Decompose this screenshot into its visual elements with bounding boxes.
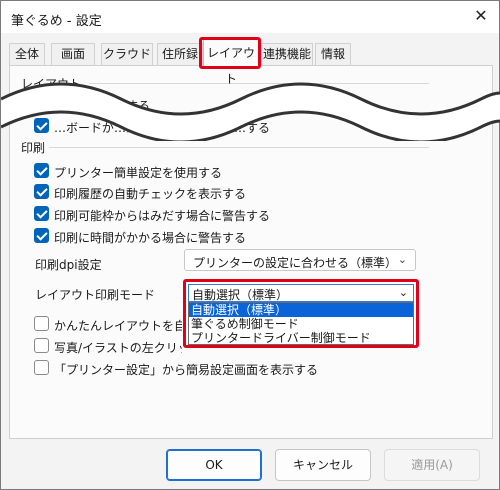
settings-window: 筆ぐるめ - 設定 ✕ 全体 画面 クラウド 住所録 レイアウト 連携機能 情報… <box>0 0 500 490</box>
title-bar: 筆ぐるめ - 設定 ✕ <box>1 1 499 33</box>
cancel-button[interactable]: キャンセル <box>275 449 371 481</box>
print-group-divider <box>49 147 429 148</box>
print-dpi-value: プリンターの設定に合わせる（標準） <box>193 256 398 270</box>
chevron-down-icon: ⌄ <box>397 253 407 266</box>
photo-left-click-checkbox[interactable] <box>34 338 49 353</box>
option-fudegurume-control[interactable]: 筆ぐるめ制御モード <box>189 317 413 331</box>
easy-layout-auto-checkbox[interactable] <box>34 316 49 331</box>
tab-cloud[interactable]: クラウド <box>101 43 153 65</box>
printer-easy-setup-checkbox[interactable] <box>34 163 49 178</box>
window-title: 筆ぐるめ - 設定 <box>11 14 102 29</box>
layout-print-mode-dropdown[interactable]: 自動選択（標準） ⌄ 自動選択（標準） 筆ぐるめ制御モード プリンタードライバー… <box>183 279 419 348</box>
tab-integration[interactable]: 連携機能 <box>261 43 313 65</box>
tab-address-book[interactable]: 住所録 <box>157 43 203 65</box>
layout-print-mode-select[interactable]: 自動選択（標準） ⌄ <box>188 284 414 302</box>
layout-print-mode-value: 自動選択（標準） <box>192 288 289 302</box>
print-group-label: 印刷 <box>21 141 46 155</box>
torn-edge-divider <box>1 82 500 141</box>
printer-settings-easy-screen-checkbox[interactable] <box>34 360 49 375</box>
layout-print-mode-label: レイアウト印刷モード <box>35 288 156 302</box>
tab-info[interactable]: 情報 <box>315 43 351 65</box>
layout-print-mode-options: 自動選択（標準） 筆ぐるめ制御モード プリンタードライバー制御モード <box>188 302 414 345</box>
print-history-check-label: 印刷履歴の自動チェックを表示する <box>54 187 247 201</box>
tab-screen[interactable]: 画面 <box>51 43 95 65</box>
option-printer-driver-control[interactable]: プリンタードライバー制御モード <box>189 331 413 345</box>
tab-general[interactable]: 全体 <box>9 43 45 65</box>
option-auto-select[interactable]: 自動選択（標準） <box>189 303 413 317</box>
print-history-check-checkbox[interactable] <box>34 184 49 199</box>
printer-easy-setup-label: プリンター簡単設定を使用する <box>54 166 223 180</box>
print-overflow-warning-label: 印刷可能枠からはみだす場合に警告する <box>54 209 271 223</box>
print-slow-warning-checkbox[interactable] <box>34 228 49 243</box>
photo-left-click-label: 写真/イラストの左クリックボ… <box>54 341 182 355</box>
printer-settings-easy-screen-label: 「プリンター設定」から簡易設定画面を表示する <box>54 363 319 377</box>
apply-button[interactable]: 適用(A) <box>384 449 480 481</box>
tab-highlight-box <box>199 37 261 69</box>
print-dpi-select[interactable]: プリンターの設定に合わせる（標準） ⌄ <box>184 249 416 271</box>
easy-layout-auto-label: かんたんレイアウトを自動発動 <box>54 319 182 333</box>
ok-button[interactable]: OK <box>166 449 262 481</box>
print-slow-warning-label: 印刷に時間がかかる場合に警告する <box>54 231 247 245</box>
chevron-down-icon: ⌄ <box>398 286 408 299</box>
print-overflow-warning-checkbox[interactable] <box>34 206 49 221</box>
close-icon[interactable]: ✕ <box>471 6 491 26</box>
print-dpi-label: 印刷dpi設定 <box>35 258 102 272</box>
